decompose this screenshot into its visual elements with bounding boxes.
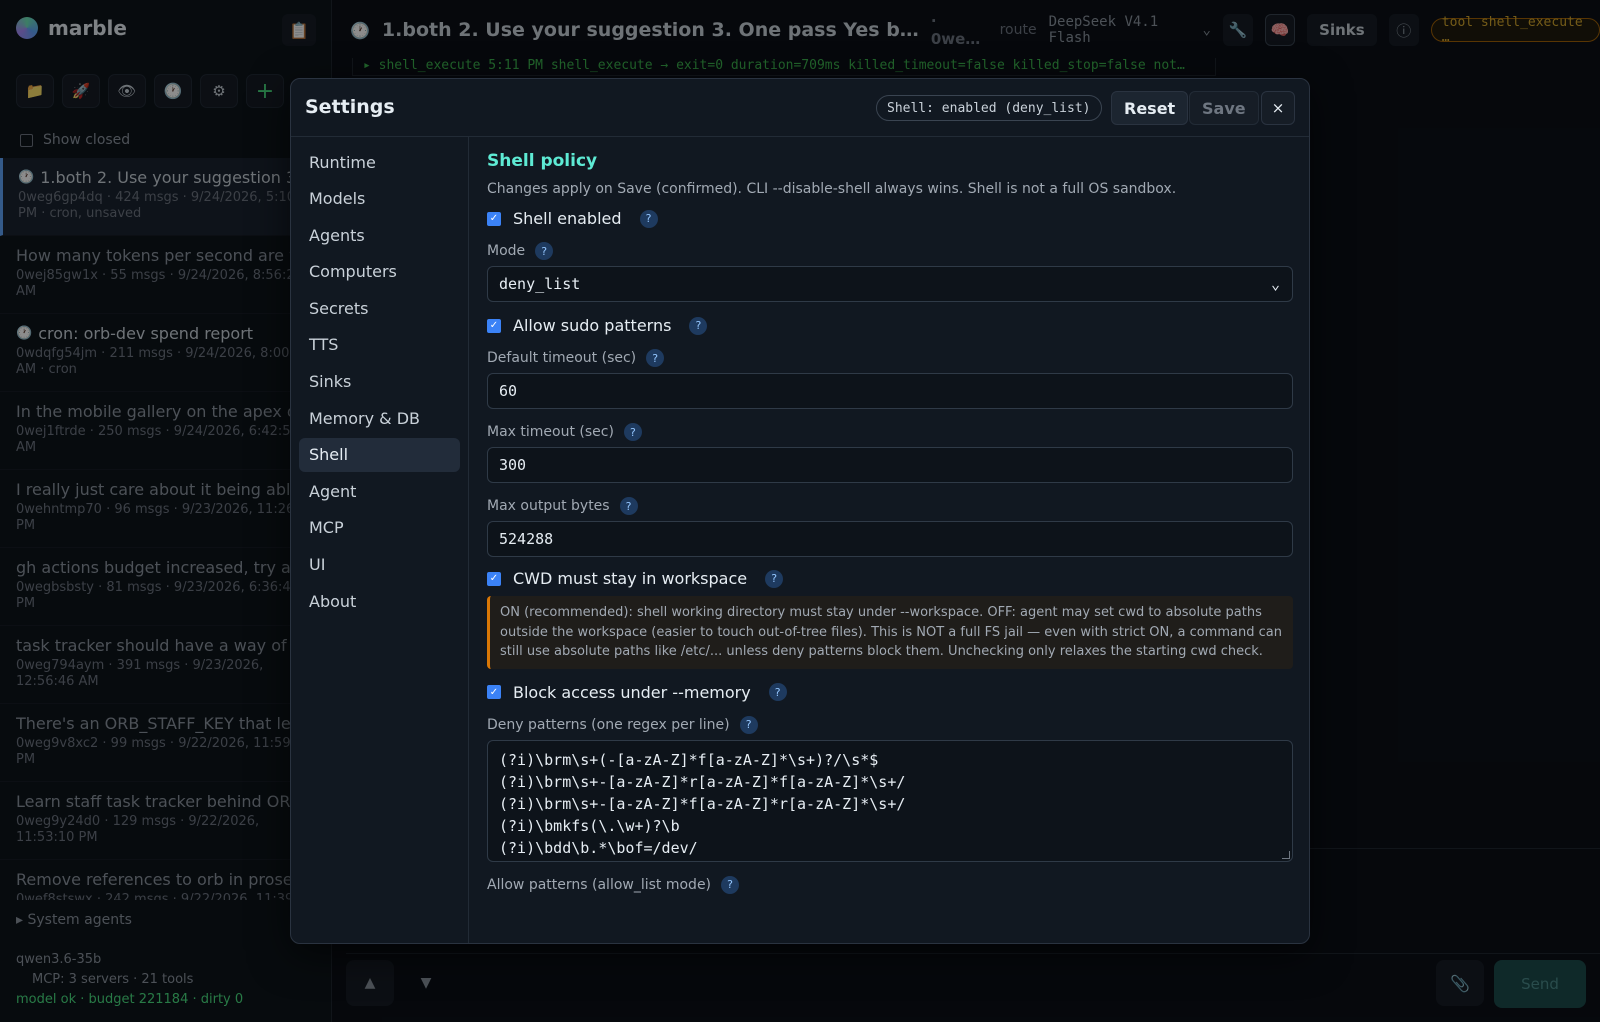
deny-patterns-textarea[interactable]: (?i)\brm\s+(-[a-zA-Z]*f[a-zA-Z]*\s+)?/\s… <box>487 739 1293 862</box>
settings-nav-shell[interactable]: Shell <box>299 437 460 472</box>
settings-nav-agents[interactable]: Agents <box>299 218 460 252</box>
deny-pattern-line: (?i)\bmkfs(\.\w+)?\b <box>499 816 680 835</box>
settings-nav-sinks[interactable]: Sinks <box>299 365 460 399</box>
help-icon[interactable]: ? <box>535 242 554 260</box>
allow-sudo-row[interactable]: ✓ Allow sudo patterns? <box>487 316 1293 335</box>
deny-patterns-label-text: Deny patterns (one regex per line) <box>487 716 730 733</box>
mode-label-text: Mode <box>487 243 526 259</box>
help-icon[interactable]: ? <box>768 683 787 701</box>
close-button[interactable]: × <box>1261 91 1295 125</box>
cwd-checkbox[interactable]: ✓ <box>487 571 501 586</box>
max-timeout-input[interactable]: 300 <box>487 447 1293 483</box>
help-icon[interactable]: ? <box>721 875 740 894</box>
deny-pattern-line: (?i)\brm\s+-[a-zA-Z]*r[a-zA-Z]*f[a-zA-Z]… <box>499 772 906 791</box>
deny-pattern-line: (?i)\brm\s+-[a-zA-Z]*f[a-zA-Z]*r[a-zA-Z]… <box>499 794 906 813</box>
section-title: Shell policy <box>487 151 598 171</box>
settings-nav-runtime[interactable]: Runtime <box>299 145 460 179</box>
default-timeout-label: Default timeout (sec)? <box>487 349 1293 367</box>
max-output-input[interactable]: 524288 <box>487 521 1293 557</box>
settings-nav-about[interactable]: About <box>299 584 460 618</box>
settings-nav-secrets[interactable]: Secrets <box>299 291 460 325</box>
deny-patterns-label: Deny patterns (one regex per line)? <box>487 715 1293 734</box>
max-timeout-label-text: Max timeout (sec) <box>487 424 614 440</box>
block-memory-row[interactable]: ✓ Block access under --memory? <box>487 683 1293 702</box>
default-timeout-input[interactable]: 60 <box>487 373 1293 409</box>
settings-nav-tts[interactable]: TTS <box>299 328 460 362</box>
help-icon[interactable]: ? <box>765 569 784 588</box>
settings-header: Settings Shell: enabled (deny_list) Rese… <box>291 79 1309 137</box>
chevron-down-icon: ⌄ <box>1270 275 1280 293</box>
default-timeout-label-text: Default timeout (sec) <box>487 350 637 366</box>
settings-title: Settings <box>305 96 395 118</box>
allow-sudo-checkbox[interactable]: ✓ <box>487 318 501 333</box>
settings-dialog: Settings Shell: enabled (deny_list) Rese… <box>290 78 1310 944</box>
settings-nav-mcp[interactable]: MCP <box>299 511 460 545</box>
allow-patterns-label-text: Allow patterns (allow_list mode) <box>487 876 712 893</box>
block-memory-checkbox[interactable]: ✓ <box>487 685 501 699</box>
shell-enabled-label: Shell enabled <box>513 209 622 228</box>
shell-status-badge: Shell: enabled (deny_list) <box>876 95 1102 121</box>
max-output-label: Max output bytes? <box>487 497 1293 515</box>
help-icon[interactable]: ? <box>639 209 658 228</box>
help-icon[interactable]: ? <box>623 423 642 441</box>
shell-policy-panel: Shell policy Changes apply on Save (conf… <box>469 137 1309 943</box>
resize-handle-icon[interactable] <box>1282 850 1290 859</box>
help-icon[interactable]: ? <box>739 715 758 734</box>
allow-sudo-label: Allow sudo patterns <box>513 316 672 335</box>
cwd-note: ON (recommended): shell working director… <box>487 596 1293 669</box>
max-timeout-label: Max timeout (sec)? <box>487 423 1293 441</box>
mode-select-value: deny_list <box>499 275 581 293</box>
close-icon: × <box>1271 99 1285 117</box>
deny-pattern-line: (?i)\brm\s+(-[a-zA-Z]*f[a-zA-Z]*\s+)?/\s… <box>499 750 879 769</box>
help-icon[interactable]: ? <box>619 497 638 515</box>
shell-enabled-checkbox[interactable]: ✓ <box>487 211 501 226</box>
cwd-label: CWD must stay in workspace <box>513 569 748 588</box>
shell-enabled-row[interactable]: ✓ Shell enabled? <box>487 209 1293 228</box>
allow-patterns-label: Allow patterns (allow_list mode)? <box>487 875 1293 894</box>
section-description: Changes apply on Save (confirmed). CLI -… <box>487 181 1177 197</box>
settings-nav-memory-db[interactable]: Memory & DB <box>299 401 460 435</box>
settings-nav-computers[interactable]: Computers <box>299 255 460 289</box>
reset-button[interactable]: Reset <box>1111 91 1189 125</box>
settings-nav-ui[interactable]: UI <box>299 548 460 582</box>
settings-nav-agent[interactable]: Agent <box>299 474 460 508</box>
mode-select[interactable]: deny_list ⌄ <box>487 266 1293 302</box>
help-icon[interactable]: ? <box>646 349 665 367</box>
save-button[interactable]: Save <box>1189 91 1259 125</box>
settings-nav-models[interactable]: Models <box>299 182 460 216</box>
settings-nav: Runtime Models Agents Computers Secrets … <box>291 137 469 943</box>
max-output-label-text: Max output bytes <box>487 498 610 514</box>
cwd-row[interactable]: ✓ CWD must stay in workspace? <box>487 569 1293 588</box>
mode-label: Mode? <box>487 242 1293 260</box>
help-icon[interactable]: ? <box>689 316 708 335</box>
deny-pattern-line: (?i)\bdd\b.*\bof=/dev/ <box>499 838 698 857</box>
block-memory-label: Block access under --memory <box>513 682 751 702</box>
